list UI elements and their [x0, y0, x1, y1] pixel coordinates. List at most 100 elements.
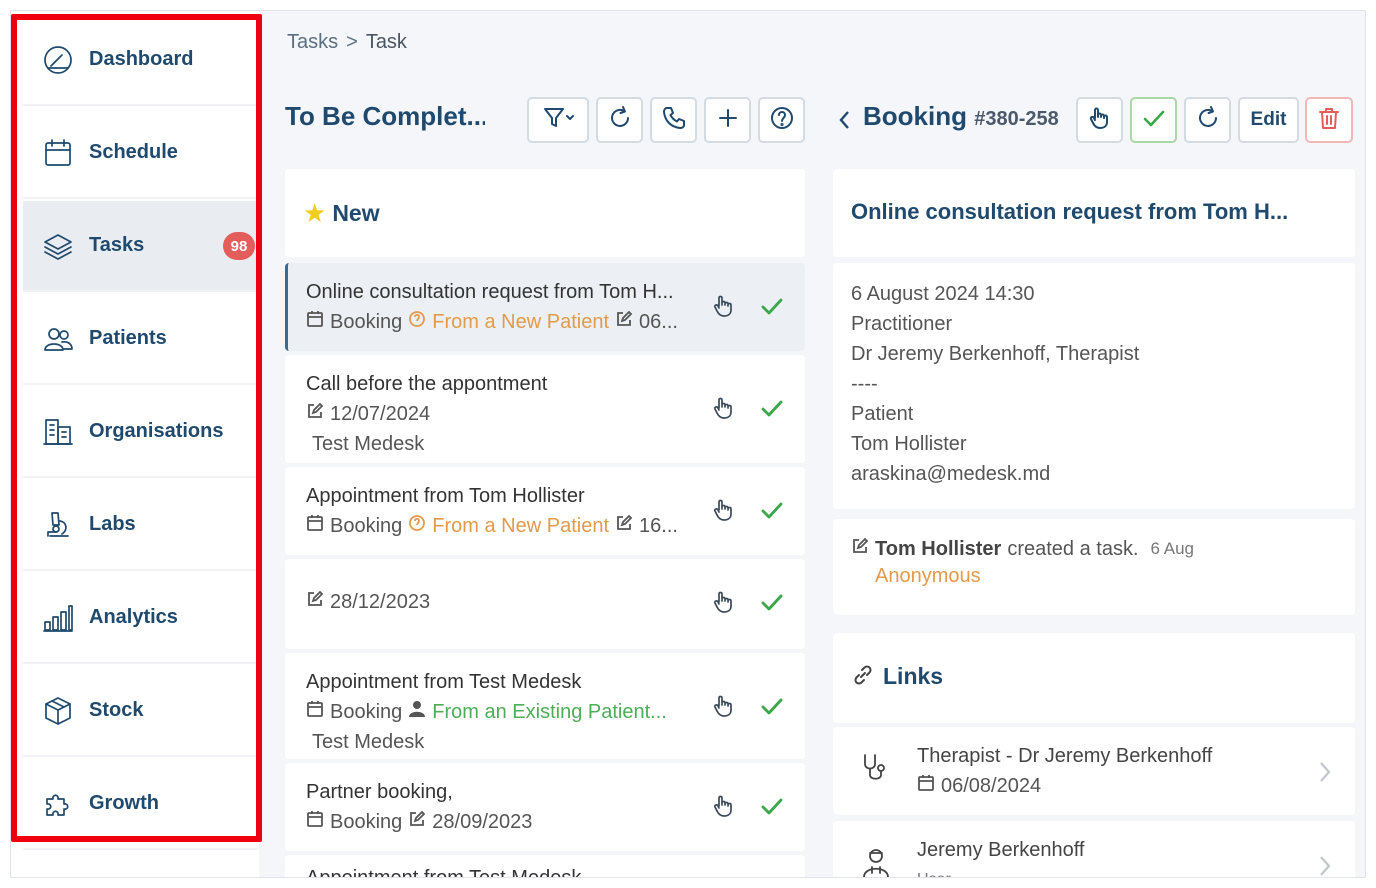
add-task-button[interactable]: [704, 97, 751, 143]
sidebar-item-analytics[interactable]: Analytics: [23, 573, 259, 664]
task-item[interactable]: Call before the appontment 12/07/2024 Te…: [285, 355, 805, 463]
task-section-header: ★ New: [285, 169, 805, 257]
task-date: 28/12/2023: [330, 591, 431, 613]
task-title: Appointment from Test Medesk: [306, 867, 582, 878]
sidebar-item-label: Tasks: [89, 234, 145, 256]
info-label-patient: Patient: [851, 403, 914, 425]
info-label-practitioner: Practitioner: [851, 313, 953, 335]
complete-task-button[interactable]: [759, 395, 785, 426]
task-person: Test Medesk: [312, 731, 425, 753]
call-button[interactable]: [650, 97, 697, 143]
tasks-count-badge: 98: [223, 232, 255, 260]
hand-pointer-icon: [713, 499, 732, 521]
back-button[interactable]: [837, 107, 853, 138]
complete-task-button[interactable]: [759, 589, 785, 620]
info-divider: ----: [851, 373, 878, 395]
check-icon: [761, 698, 783, 715]
sidebar-item-schedule[interactable]: Schedule: [23, 108, 259, 199]
task-item[interactable]: Partner booking, Booking 28/09/2023: [285, 763, 805, 851]
link-icon: [851, 663, 875, 692]
complete-task-button[interactable]: [759, 793, 785, 824]
task-meta: 12/07/2024: [306, 399, 695, 429]
delete-button[interactable]: [1305, 97, 1353, 143]
sidebar-item-dashboard[interactable]: Dashboard: [23, 15, 259, 106]
info-practitioner: Dr Jeremy Berkenhoff, Therapist: [851, 343, 1140, 365]
task-item[interactable]: Appointment from Tom Hollister Booking F…: [285, 467, 805, 555]
task-item[interactable]: Appointment from Test Medesk Booking Fro…: [285, 653, 805, 759]
sidebar-item-organisations[interactable]: Organisations: [23, 387, 259, 478]
hand-pointer-icon: [713, 591, 732, 613]
task-item[interactable]: Appointment from Test Medesk: [285, 855, 805, 878]
sidebar: Dashboard Schedule Tasks 98 Patients Org…: [11, 11, 259, 877]
sidebar-item-patients[interactable]: Patients: [23, 294, 259, 385]
assign-task-button[interactable]: [711, 395, 737, 426]
complete-task-button[interactable]: [759, 497, 785, 528]
task-title: Appointment from Test Medesk: [306, 671, 582, 693]
building-icon: [41, 415, 75, 449]
activity-action: created a task.: [1007, 537, 1139, 560]
assign-task-button[interactable]: [711, 293, 737, 324]
link-date: 06/08/2024: [941, 775, 1042, 797]
task-title: Appointment from Tom Hollister: [306, 485, 585, 507]
edit-button[interactable]: Edit: [1238, 97, 1299, 143]
assign-task-button[interactable]: [711, 589, 737, 620]
link-sub: 06/08/2024: [917, 771, 1355, 801]
puzzle-icon: [41, 787, 75, 821]
complete-button[interactable]: [1130, 97, 1177, 143]
assign-task-button[interactable]: [711, 693, 737, 724]
filter-button[interactable]: [527, 97, 589, 143]
breadcrumb-separator: >: [346, 31, 358, 53]
task-title: Call before the appontment: [306, 373, 548, 395]
refresh-button[interactable]: [596, 97, 643, 143]
task-item[interactable]: 28/12/2023: [285, 559, 805, 649]
calendar-icon: [917, 771, 935, 801]
detail-type: Booking: [863, 101, 967, 131]
help-button[interactable]: [758, 97, 805, 143]
gauge-icon: [41, 43, 75, 77]
calendar-icon: [306, 697, 324, 727]
doctor-icon: [859, 845, 893, 877]
info-date: 6 August 2024 14:30: [851, 283, 1035, 305]
sidebar-item-stock[interactable]: Stock: [23, 666, 259, 757]
complete-task-button[interactable]: [759, 293, 785, 324]
assign-task-button[interactable]: [711, 497, 737, 528]
hand-pointer-icon: [713, 397, 732, 419]
list-panel-title: To Be Complet...: [285, 101, 485, 131]
plus-icon: [715, 105, 741, 136]
complete-task-button[interactable]: [759, 693, 785, 724]
breadcrumb-current: Task: [365, 31, 407, 53]
task-type: Booking: [330, 811, 403, 833]
info-email: araskina@medesk.md: [851, 463, 1051, 485]
link-title: Jeremy Berkenhoff: [917, 839, 1085, 861]
refresh-icon: [607, 105, 633, 136]
chevron-right-icon: [1315, 759, 1335, 790]
task-date: 06...: [639, 311, 678, 333]
detail-refresh-button[interactable]: [1184, 97, 1231, 143]
task-person: Test Medesk: [312, 433, 425, 455]
assign-button[interactable]: [1076, 97, 1123, 143]
edit-icon: [615, 307, 633, 337]
activity-author[interactable]: Tom Hollister: [875, 538, 1001, 561]
assign-task-button[interactable]: [711, 793, 737, 824]
task-item[interactable]: Online consultation request from Tom H..…: [285, 263, 805, 351]
filter-icon: [540, 105, 576, 136]
booking-number: #380-258: [974, 108, 1059, 130]
calendar-icon: [306, 307, 324, 337]
sidebar-item-label: Stock: [89, 699, 144, 721]
star-icon: ★: [303, 197, 327, 228]
sidebar-item-label: Patients: [89, 327, 167, 349]
hand-pointer-icon: [713, 795, 732, 817]
activity-note: Anonymous: [875, 565, 981, 587]
sidebar-item-tasks[interactable]: Tasks 98: [23, 201, 259, 292]
task-meta: Booking 28/09/2023: [306, 807, 695, 837]
link-item-user[interactable]: Jeremy Berkenhoff User: [833, 821, 1355, 877]
question-icon: [408, 307, 426, 337]
sidebar-item-labs[interactable]: Labs: [23, 480, 259, 571]
stethoscope-icon: [859, 751, 893, 785]
sidebar-item-growth[interactable]: Growth: [23, 759, 259, 850]
breadcrumb-parent[interactable]: Tasks: [287, 31, 338, 54]
task-title: Online consultation request from Tom H..…: [306, 281, 674, 303]
check-icon: [1141, 105, 1167, 136]
trash-icon: [1316, 105, 1342, 136]
link-item-therapist[interactable]: Therapist - Dr Jeremy Berkenhoff 06/08/2…: [833, 727, 1355, 815]
